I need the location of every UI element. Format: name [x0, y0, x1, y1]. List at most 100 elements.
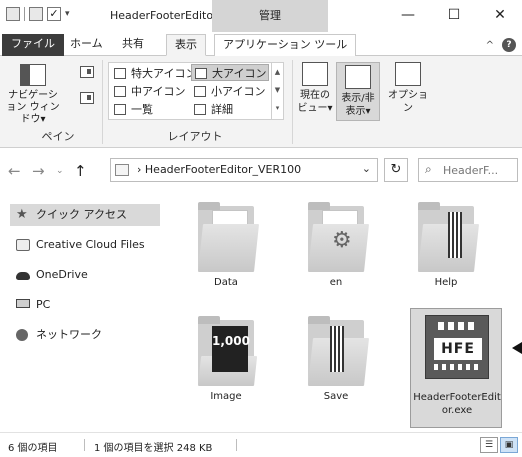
layout-item-label: 一覧	[131, 103, 153, 116]
sidebar-item-pc[interactable]: PC	[10, 294, 160, 316]
callout-arrow-icon	[512, 342, 522, 354]
sidebar-item-label: Creative Cloud Files	[36, 238, 145, 251]
scroll-up-icon[interactable]: ▲	[272, 63, 283, 81]
ribbon-tabs: ファイル ホーム 共有 表示 アプリケーション ツール ^ ?	[0, 32, 522, 56]
tab-view[interactable]: 表示	[166, 34, 206, 56]
folder-item[interactable]: Save	[290, 308, 382, 426]
scroll-down-icon[interactable]: ▼	[272, 81, 283, 99]
layout-list[interactable]: 一覧	[111, 101, 189, 118]
pin-star-icon: ★	[16, 207, 28, 222]
options-label: オプション	[388, 90, 428, 114]
layout-large-icons[interactable]: 大アイコン	[191, 64, 269, 81]
window-icon[interactable]	[6, 7, 20, 21]
address-bar[interactable]: › HeaderFooterEditor_VER100 ⌄	[110, 158, 378, 182]
expand-gallery-icon[interactable]: ▾	[272, 99, 283, 117]
back-arrow-icon[interactable]: ←	[8, 162, 21, 180]
sidebar-item-quick-access[interactable]: ★ クイック アクセス	[10, 204, 160, 226]
properties-icon[interactable]	[29, 7, 43, 21]
layout-item-label: 中アイコン	[131, 85, 186, 98]
sidebar-item-label: PC	[36, 298, 51, 311]
current-view-button[interactable]: 現在の ビュー▾	[296, 62, 334, 115]
selection-info: 1 個の項目を選択 248 KB	[94, 443, 213, 454]
preview-pane-icon[interactable]	[80, 66, 94, 78]
file-item-selected[interactable]: HFE HeaderFooterEditor.exe	[410, 308, 502, 428]
ribbon-panel: ナビゲーション ウィンドウ▾ ペイン 特大アイコン 大アイコン 中アイコン 小ア…	[0, 56, 522, 148]
up-arrow-icon[interactable]: ↑	[74, 162, 87, 180]
recent-locations-chevron-icon[interactable]: ⌄	[56, 166, 64, 176]
layout-extra-large-icons[interactable]: 特大アイコン	[111, 65, 196, 82]
layout-item-label: 大アイコン	[212, 67, 267, 80]
breadcrumb-folder[interactable]: HeaderFooterEditor_VER100	[145, 163, 301, 176]
current-view-icon	[302, 62, 328, 86]
options-button[interactable]: オプション	[384, 62, 432, 115]
folder-document-icon	[308, 316, 370, 386]
cover-image: 1,000	[212, 326, 250, 372]
list-icon	[114, 104, 126, 115]
item-count: 6 個の項目	[8, 443, 58, 454]
computer-icon	[16, 299, 30, 308]
layout-gallery-scroller[interactable]: ▲ ▼ ▾	[271, 63, 283, 119]
file-name: HeaderFooterEditor.exe	[413, 392, 501, 416]
folder-item[interactable]: ⚙ en	[290, 194, 382, 312]
layout-item-label: 小アイコン	[211, 85, 266, 98]
layout-group-label: レイアウト	[167, 130, 223, 143]
help-icon[interactable]: ?	[502, 38, 516, 52]
network-icon	[16, 329, 28, 341]
app-icon-text: HFE	[434, 338, 482, 360]
divider	[236, 439, 237, 451]
tab-home[interactable]: ホーム	[62, 34, 111, 56]
close-button[interactable]: ✕	[478, 0, 522, 32]
folder-settings-icon: ⚙	[308, 202, 370, 272]
collapse-ribbon-icon[interactable]: ^	[486, 40, 494, 51]
layout-gallery: 特大アイコン 大アイコン 中アイコン 小アイコン 一覧 詳細 ▲ ▼ ▾	[108, 62, 284, 120]
large-icons-view-toggle-icon[interactable]: ▣	[500, 437, 518, 453]
folder-item[interactable]: Data	[180, 194, 272, 312]
tab-file[interactable]: ファイル	[2, 34, 64, 56]
navigation-pane-button[interactable]: ナビゲーション ウィンドウ▾	[6, 64, 60, 126]
file-list: Data ⚙ en Help 1,000 Image Save HFE Head…	[164, 190, 522, 430]
sidebar-item-network[interactable]: ネットワーク	[10, 324, 160, 346]
layout-medium-icons[interactable]: 中アイコン	[111, 83, 189, 100]
navigation-pane-icon	[20, 64, 46, 86]
sidebar-item-onedrive[interactable]: OneDrive	[10, 264, 160, 286]
divider	[102, 60, 103, 144]
divider	[292, 60, 293, 144]
maximize-button[interactable]: ☐	[432, 0, 476, 32]
pane-toggles	[80, 66, 94, 104]
sidebar-item-label: OneDrive	[36, 268, 88, 281]
extra-large-icons-icon	[114, 68, 126, 79]
show-hide-button[interactable]: 表示/非 表示▾	[336, 62, 380, 121]
customize-dropdown-icon[interactable]: ▾	[65, 9, 70, 19]
checkmark-icon[interactable]: ✓	[47, 7, 61, 21]
folder-image-icon: 1,000	[198, 316, 258, 386]
show-hide-label: 表示/非 表示▾	[341, 93, 375, 117]
sidebar-item-label: クイック アクセス	[36, 208, 127, 221]
show-hide-icon	[345, 65, 371, 89]
tab-share[interactable]: 共有	[114, 34, 152, 56]
layout-small-icons[interactable]: 小アイコン	[191, 83, 269, 100]
address-history-chevron-icon[interactable]: ⌄	[362, 162, 371, 175]
search-box[interactable]: ⌕	[418, 158, 518, 182]
breadcrumb[interactable]: › HeaderFooterEditor_VER100	[137, 163, 301, 176]
forward-arrow-icon[interactable]: →	[32, 162, 45, 180]
tab-application-tools[interactable]: アプリケーション ツール	[214, 34, 357, 56]
title-bar: ✓ ▾ HeaderFooterEdito... 管理 — ☐ ✕	[0, 0, 522, 32]
file-name: en	[329, 277, 343, 288]
tab-manage[interactable]: 管理	[212, 0, 328, 32]
search-input[interactable]	[443, 162, 515, 178]
medium-icons-icon	[114, 86, 126, 97]
layout-details[interactable]: 詳細	[191, 101, 269, 118]
sidebar-item-creative-cloud[interactable]: Creative Cloud Files	[10, 234, 160, 256]
minimize-button[interactable]: —	[386, 0, 430, 32]
details-view-toggle-icon[interactable]: ☰	[480, 437, 498, 453]
layout-item-label: 詳細	[211, 103, 233, 116]
details-pane-icon[interactable]	[80, 92, 94, 104]
refresh-icon: ↻	[390, 162, 402, 177]
folder-item[interactable]: Help	[400, 194, 492, 312]
folder-item[interactable]: 1,000 Image	[180, 308, 272, 426]
folder-icon	[115, 164, 129, 176]
large-icons-icon	[195, 68, 207, 79]
refresh-button[interactable]: ↻	[384, 158, 408, 182]
application-icon: HFE	[425, 315, 489, 379]
address-row: ← → ⌄ ↑ › HeaderFooterEditor_VER100 ⌄ ↻ …	[0, 152, 522, 188]
